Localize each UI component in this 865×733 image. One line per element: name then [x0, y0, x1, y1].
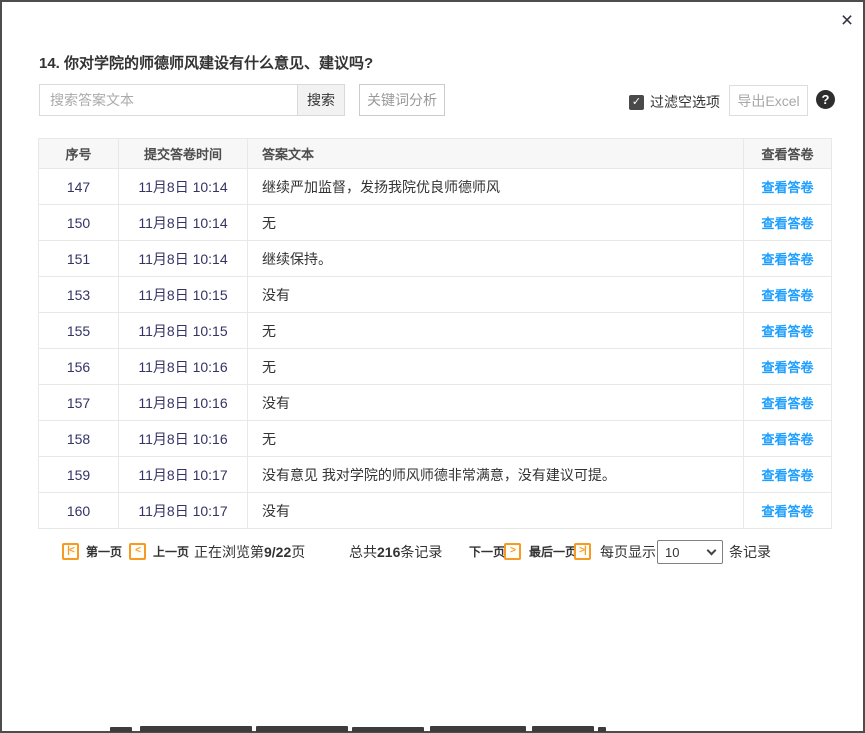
row-index: 153	[39, 277, 119, 313]
current-page-status: 正在浏览第9/22页	[194, 542, 305, 562]
row-answer: 无	[248, 313, 744, 349]
row-index: 157	[39, 385, 119, 421]
row-time: 11月8日 10:15	[119, 313, 248, 349]
search-input[interactable]	[39, 84, 297, 116]
keyword-analysis-button[interactable]: 关键词分析	[359, 84, 445, 116]
row-time: 11月8日 10:16	[119, 421, 248, 457]
table-row: 150 11月8日 10:14 无 查看答卷	[39, 205, 832, 241]
row-answer: 没有	[248, 385, 744, 421]
per-page-value: 10	[665, 545, 679, 560]
row-index: 155	[39, 313, 119, 349]
per-page-suffix: 条记录	[729, 542, 771, 562]
view-response-link[interactable]: 查看答卷	[761, 360, 813, 375]
row-time: 11月8日 10:14	[119, 205, 248, 241]
row-answer: 没有	[248, 277, 744, 313]
row-index: 159	[39, 457, 119, 493]
row-answer: 继续保持。	[248, 241, 744, 277]
checkbox-checked-icon[interactable]: ✓	[629, 95, 644, 110]
question-title: 14. 你对学院的师德师风建设有什么意见、建议吗?	[39, 52, 373, 73]
table-row: 153 11月8日 10:15 没有 查看答卷	[39, 277, 832, 313]
table-row: 147 11月8日 10:14 继续严加监督，发扬我院优良师德师风 查看答卷	[39, 169, 832, 205]
row-answer: 没有	[248, 493, 744, 529]
view-response-link[interactable]: 查看答卷	[761, 396, 813, 411]
table-row: 158 11月8日 10:16 无 查看答卷	[39, 421, 832, 457]
next-page-button[interactable]: 下一页	[469, 542, 505, 562]
current-page-value: 9/22	[264, 544, 291, 560]
first-page-button[interactable]: 第一页	[86, 542, 122, 562]
table-row: 160 11月8日 10:17 没有 查看答卷	[39, 493, 832, 529]
header-answer-text: 答案文本	[248, 139, 744, 169]
row-index: 150	[39, 205, 119, 241]
row-answer: 无	[248, 421, 744, 457]
filter-empty-option[interactable]: ✓ 过滤空选项	[629, 92, 720, 112]
view-response-link[interactable]: 查看答卷	[761, 504, 813, 519]
results-dialog: { "window": { "close_icon": "×" }, "ques…	[0, 0, 865, 733]
row-index: 158	[39, 421, 119, 457]
table-row: 151 11月8日 10:14 继续保持。 查看答卷	[39, 241, 832, 277]
last-page-button[interactable]: 最后一页	[529, 542, 577, 562]
filter-empty-label: 过滤空选项	[650, 92, 720, 112]
per-page-label: 每页显示	[600, 542, 656, 562]
table-row: 155 11月8日 10:15 无 查看答卷	[39, 313, 832, 349]
row-time: 11月8日 10:16	[119, 385, 248, 421]
pagination-bar: |< 第一页 < 上一页 正在浏览第9/22页 总共216条记录 下一页 > 最…	[39, 542, 832, 564]
header-view-response: 查看答卷	[744, 139, 832, 169]
help-icon[interactable]: ?	[816, 90, 835, 109]
row-answer: 无	[248, 205, 744, 241]
row-time: 11月8日 10:15	[119, 277, 248, 313]
table-row: 156 11月8日 10:16 无 查看答卷	[39, 349, 832, 385]
view-response-link[interactable]: 查看答卷	[761, 180, 813, 195]
table-row: 157 11月8日 10:16 没有 查看答卷	[39, 385, 832, 421]
row-index: 151	[39, 241, 119, 277]
view-response-link[interactable]: 查看答卷	[761, 216, 813, 231]
row-time: 11月8日 10:17	[119, 457, 248, 493]
row-time: 11月8日 10:17	[119, 493, 248, 529]
row-index: 147	[39, 169, 119, 205]
total-records-status: 总共216条记录	[349, 542, 442, 562]
row-answer: 继续严加监督，发扬我院优良师德师风	[248, 169, 744, 205]
prev-page-button[interactable]: 上一页	[153, 542, 189, 562]
row-time: 11月8日 10:16	[119, 349, 248, 385]
view-response-link[interactable]: 查看答卷	[761, 324, 813, 339]
last-page-icon[interactable]: >|	[574, 543, 591, 560]
view-response-link[interactable]: 查看答卷	[761, 432, 813, 447]
search-button[interactable]: 搜索	[297, 84, 345, 116]
close-icon[interactable]: ×	[834, 8, 860, 34]
header-submit-time: 提交答卷时间	[119, 139, 248, 169]
view-response-link[interactable]: 查看答卷	[761, 468, 813, 483]
row-time: 11月8日 10:14	[119, 241, 248, 277]
view-response-link[interactable]: 查看答卷	[761, 288, 813, 303]
row-answer: 无	[248, 349, 744, 385]
next-page-icon[interactable]: >	[504, 543, 521, 560]
total-records-value: 216	[377, 544, 400, 560]
per-page-select[interactable]: 10	[657, 540, 723, 564]
first-page-icon[interactable]: |<	[62, 543, 79, 560]
prev-page-icon[interactable]: <	[129, 543, 146, 560]
row-index: 160	[39, 493, 119, 529]
export-excel-button[interactable]: 导出Excel	[729, 85, 808, 116]
header-index: 序号	[39, 139, 119, 169]
table-header-row: 序号 提交答卷时间 答案文本 查看答卷	[39, 139, 832, 169]
row-index: 156	[39, 349, 119, 385]
row-answer: 没有意见 我对学院的师风师德非常满意，没有建议可提。	[248, 457, 744, 493]
answers-table: 序号 提交答卷时间 答案文本 查看答卷 147 11月8日 10:14 继续严加…	[38, 138, 832, 529]
row-time: 11月8日 10:14	[119, 169, 248, 205]
chevron-down-icon	[707, 546, 717, 556]
view-response-link[interactable]: 查看答卷	[761, 252, 813, 267]
table-row: 159 11月8日 10:17 没有意见 我对学院的师风师德非常满意，没有建议可…	[39, 457, 832, 493]
